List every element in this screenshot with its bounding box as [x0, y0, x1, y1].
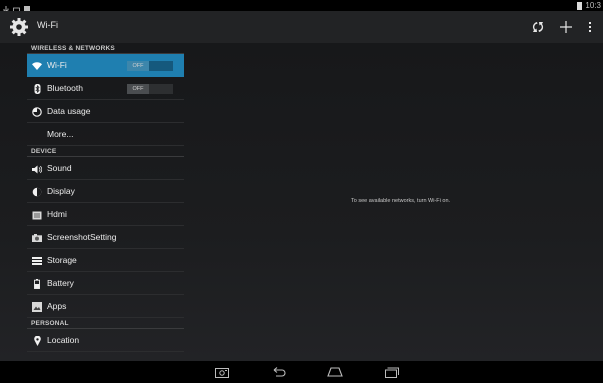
location-icon: [32, 336, 42, 346]
sidebar-item-wifi[interactable]: Wi-Fi OFF: [27, 54, 184, 77]
home-icon[interactable]: [327, 364, 343, 380]
sidebar-item-label: More...: [47, 129, 74, 139]
section-header-personal: PERSONAL: [27, 318, 184, 329]
clock: 10:3: [585, 1, 601, 10]
navigation-bar: [0, 361, 603, 383]
add-icon: [560, 21, 572, 33]
sidebar-item-label: Bluetooth: [47, 83, 83, 93]
status-system: 10:3: [577, 0, 601, 11]
battery-icon: [32, 279, 42, 289]
wifi-toggle-state: OFF: [127, 61, 149, 71]
sidebar-item-more[interactable]: More...: [27, 123, 184, 146]
hdmi-icon: [32, 210, 42, 220]
display-icon: [32, 187, 42, 197]
section-header-device: DEVICE: [27, 146, 184, 157]
sidebar-item-location[interactable]: Location: [27, 329, 184, 352]
wps-icon[interactable]: [528, 17, 548, 37]
bluetooth-toggle-state: OFF: [127, 84, 149, 94]
battery-status-icon: [577, 2, 583, 10]
sidebar-item-label: Data usage: [47, 106, 91, 116]
sidebar-item-apps[interactable]: Apps: [27, 295, 184, 318]
apps-icon: [32, 302, 42, 312]
storage-icon: [32, 256, 42, 266]
sidebar-item-display[interactable]: Display: [27, 180, 184, 203]
settings-sidebar: WIRELESS & NETWORKS Wi-Fi OFF Bluetooth …: [27, 43, 184, 352]
status-bar: 10:3: [0, 0, 603, 14]
sidebar-item-storage[interactable]: Storage: [27, 249, 184, 272]
screenshot-icon[interactable]: [214, 364, 230, 380]
sidebar-item-battery[interactable]: Battery: [27, 272, 184, 295]
sidebar-item-bluetooth[interactable]: Bluetooth OFF: [27, 77, 184, 100]
sidebar-item-label: Hdmi: [47, 209, 67, 219]
bluetooth-toggle[interactable]: OFF: [127, 84, 173, 94]
sidebar-item-label: Storage: [47, 255, 77, 265]
page-title: Wi-Fi: [37, 20, 58, 30]
add-network-button[interactable]: [556, 17, 576, 37]
bluetooth-icon: [32, 84, 42, 94]
sidebar-item-label: Battery: [47, 278, 74, 288]
wifi-off-message: To see available networks, turn Wi-Fi on…: [351, 198, 451, 204]
camera-icon: [32, 233, 42, 243]
action-bar: Wi-Fi: [0, 11, 603, 43]
back-icon[interactable]: [271, 364, 287, 380]
sidebar-item-data-usage[interactable]: Data usage: [27, 100, 184, 123]
sidebar-item-screenshot-setting[interactable]: ScreenshotSetting: [27, 226, 184, 249]
sidebar-item-label: Location: [47, 335, 80, 345]
wifi-toggle[interactable]: OFF: [127, 61, 173, 71]
sidebar-item-sound[interactable]: Sound: [27, 157, 184, 180]
sidebar-item-hdmi[interactable]: Hdmi: [27, 203, 184, 226]
settings-content: WIRELESS & NETWORKS Wi-Fi OFF Bluetooth …: [0, 43, 603, 361]
sidebar-item-label: Wi-Fi: [47, 60, 67, 70]
section-header-wireless: WIRELESS & NETWORKS: [27, 43, 184, 54]
sidebar-item-label: Apps: [47, 301, 67, 311]
wifi-icon: [32, 61, 42, 71]
speaker-icon: [32, 164, 42, 174]
data-usage-icon: [32, 107, 42, 117]
sidebar-item-label: Display: [47, 186, 75, 196]
sidebar-item-label: Sound: [47, 163, 72, 173]
sidebar-item-label: ScreenshotSetting: [47, 232, 117, 242]
overflow-menu-icon[interactable]: [585, 17, 595, 37]
settings-gear-icon[interactable]: [9, 17, 29, 37]
recents-icon[interactable]: [384, 364, 400, 380]
